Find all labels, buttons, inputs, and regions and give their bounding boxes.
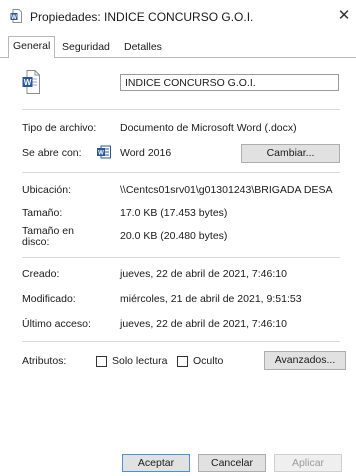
atributos-label: Atributos: xyxy=(22,355,67,367)
abre-value: Word 2016 xyxy=(120,147,172,159)
oculto-checkbox[interactable] xyxy=(177,356,188,367)
tab-general[interactable]: General xyxy=(8,36,56,58)
tamano-disco-value: 20.0 KB (20.480 bytes) xyxy=(120,230,228,242)
ubicacion-label: Ubicación: xyxy=(22,184,72,196)
word-app-icon: W xyxy=(97,145,111,159)
modificado-value: miércoles, 21 de abril de 2021, 9:51:53 xyxy=(120,293,302,305)
tipo-label: Tipo de archivo: xyxy=(22,122,97,134)
tipo-value: Documento de Microsoft Word (.docx) xyxy=(120,122,297,134)
solo-lectura-checkbox[interactable] xyxy=(96,356,107,367)
divider xyxy=(22,172,340,173)
tamano-label: Tamaño: xyxy=(22,207,63,219)
aplicar-button[interactable]: Aplicar xyxy=(274,454,342,472)
word-document-icon: W xyxy=(10,9,22,23)
creado-label: Creado: xyxy=(22,268,60,280)
ultimo-acceso-label: Último acceso: xyxy=(22,318,91,330)
aceptar-button[interactable]: Aceptar xyxy=(122,454,190,472)
tamano-disco-label-line2: disco: xyxy=(22,236,50,248)
abre-label: Se abre con: xyxy=(22,147,82,159)
creado-value: jueves, 22 de abril de 2021, 7:46:10 xyxy=(120,268,287,280)
tab-seguridad[interactable]: Seguridad xyxy=(58,38,114,56)
divider xyxy=(22,109,340,110)
solo-lectura-label: Solo lectura xyxy=(112,355,168,367)
cancelar-button[interactable]: Cancelar xyxy=(198,454,266,472)
tab-detalles[interactable]: Detalles xyxy=(120,38,166,56)
word-document-icon: W xyxy=(22,70,40,94)
modificado-label: Modificado: xyxy=(22,293,76,305)
window-title: Propiedades: INDICE CONCURSO G.O.I. xyxy=(30,10,254,24)
avanzados-button[interactable]: Avanzados... xyxy=(264,351,346,370)
cambiar-button[interactable]: Cambiar... xyxy=(241,144,340,163)
general-panel xyxy=(0,58,356,441)
close-icon[interactable]: ✕ xyxy=(336,6,352,26)
file-name-input[interactable] xyxy=(120,74,339,91)
ubicacion-value: \\Centcs01srv01\g01301243\BRIGADA DESA xyxy=(120,184,333,196)
svg-text:W: W xyxy=(11,15,17,21)
divider xyxy=(22,341,340,342)
svg-text:W: W xyxy=(98,151,104,157)
oculto-label: Oculto xyxy=(193,355,224,367)
ultimo-acceso-value: jueves, 22 de abril de 2021, 7:46:10 xyxy=(120,318,287,330)
divider xyxy=(22,257,340,258)
tamano-value: 17.0 KB (17.453 bytes) xyxy=(120,207,228,219)
svg-text:W: W xyxy=(24,78,32,87)
